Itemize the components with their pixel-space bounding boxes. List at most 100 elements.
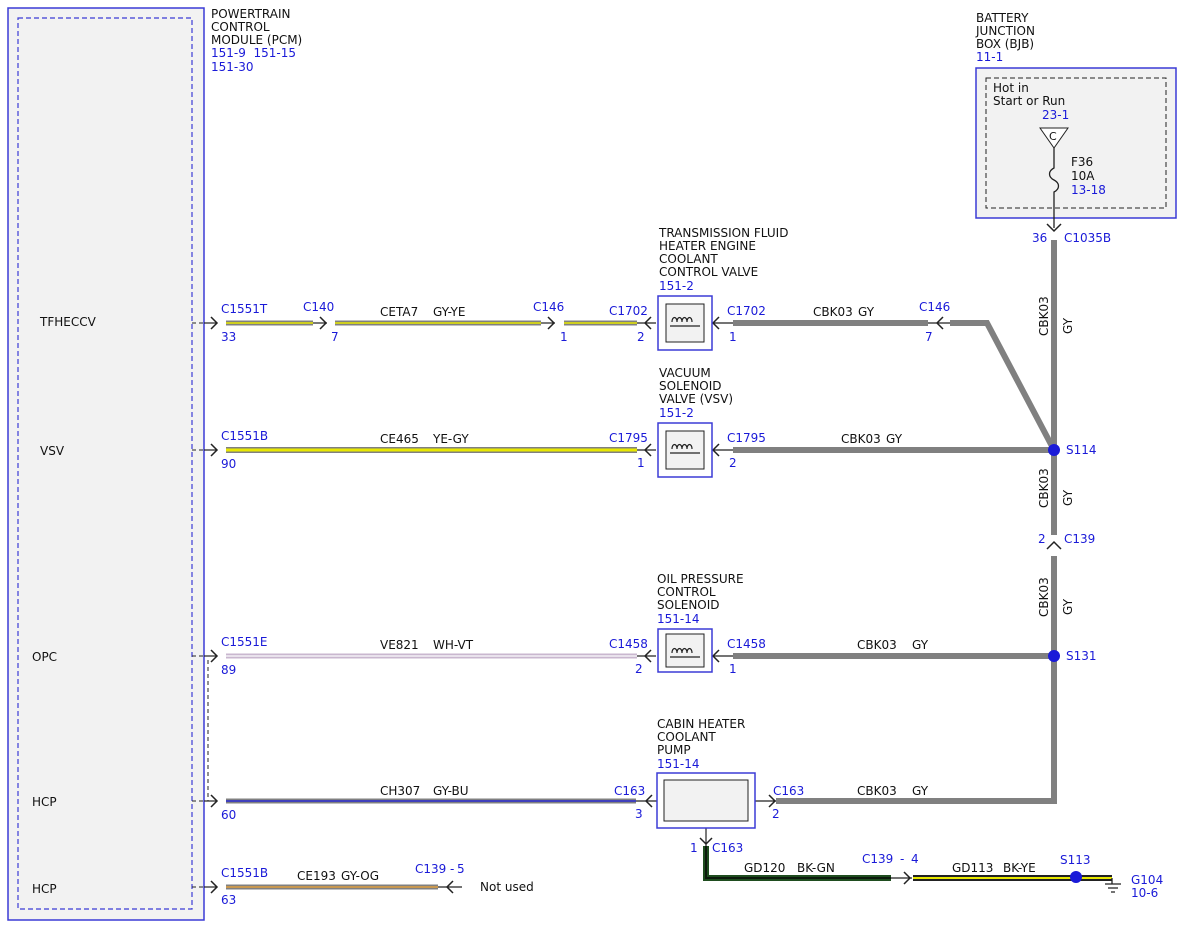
- opc-title-line: CONTROL: [657, 585, 716, 599]
- r3-right-color: GY: [912, 638, 929, 652]
- r2-pcm-conn: C1551B: [221, 429, 268, 443]
- trunk-seg1-color: GY: [1061, 317, 1075, 334]
- trunk-seg2-color: GY: [1061, 489, 1075, 506]
- bjb-title-line: BATTERY: [976, 11, 1029, 25]
- vsv-title: VACUUM SOLENOID VALVE (VSV) 151-2: [659, 366, 733, 420]
- vsv-ref: 151-2: [659, 406, 694, 420]
- r1-comp-left-conn: C1702: [609, 304, 648, 318]
- r2-right-wire: CBK03: [841, 432, 881, 446]
- r3-wire-label: VE821: [380, 638, 419, 652]
- trunk-seg3-color: GY: [1061, 598, 1075, 615]
- wire-gy-ye: [226, 316, 637, 330]
- r1-comp-left-pin: 2: [637, 330, 645, 344]
- r1-right-color: GY: [858, 305, 875, 319]
- tfh-title-line: HEATER ENGINE: [659, 239, 756, 253]
- r4-comp-left-conn: C163: [614, 784, 645, 798]
- bjb-conn-pin: 36: [1032, 231, 1047, 245]
- trunk-c139-pin: 2: [1038, 532, 1046, 546]
- ground-wire1-label: GD120: [744, 861, 785, 875]
- ground-wire2-label: GD113: [952, 861, 993, 875]
- pcm-pin-opc: OPC: [32, 650, 57, 664]
- r4-comp-right-pin: 2: [772, 807, 780, 821]
- pump-ref: 151-14: [657, 757, 700, 771]
- ground-conn-pin: 4: [911, 852, 919, 866]
- tfh-title-line: COOLANT: [659, 252, 718, 266]
- r2-pcm-pin: 90: [221, 457, 236, 471]
- vsv-title-line: VACUUM: [659, 366, 711, 380]
- r4-comp-left-pin: 3: [635, 807, 643, 821]
- r5-end-conn: C139: [415, 862, 446, 876]
- r4-wire-label: CH307: [380, 784, 420, 798]
- pump-title-line: CABIN HEATER: [657, 717, 745, 731]
- r2-wire-color: YE-GY: [432, 432, 469, 446]
- r5-pcm-conn: C1551B: [221, 866, 268, 880]
- tfh-valve-title: TRANSMISSION FLUID HEATER ENGINE COOLANT…: [658, 226, 788, 293]
- opc-ref: 151-14: [657, 612, 700, 626]
- tfh-title-line: CONTROL VALVE: [659, 265, 758, 279]
- vsv-title-line: SOLENOID: [659, 379, 722, 393]
- r1-c146-label: C146: [533, 300, 564, 314]
- r5-pcm-pin: 63: [221, 893, 236, 907]
- pcm-title-line: CONTROL: [211, 20, 270, 34]
- r5-wire-color: GY-OG: [341, 869, 379, 883]
- pcm-ref: 151-9 151-15: [211, 46, 296, 60]
- r3-wire-color: WH-VT: [433, 638, 474, 652]
- splice-s114-label: S114: [1066, 443, 1097, 457]
- r5-not-used-note: Not used: [480, 880, 534, 894]
- ground-point-ref: 10-6: [1131, 886, 1158, 900]
- r1-comp-right-conn: C1702: [727, 304, 766, 318]
- pump-component: [656, 772, 756, 829]
- r2-wire-label: CE465: [380, 432, 419, 446]
- opc-title: OIL PRESSURE CONTROL SOLENOID 151-14: [657, 572, 744, 626]
- r4-right-color: GY: [912, 784, 929, 798]
- r1-c146b-pin: 7: [925, 330, 933, 344]
- r1-comp-right-pin: 1: [729, 330, 737, 344]
- trunk-seg3-wire: CBK03: [1037, 577, 1051, 617]
- bjb-title-line: BOX (BJB): [976, 37, 1034, 51]
- r2-comp-right-conn: C1795: [727, 431, 766, 445]
- ground-conn-label: C139: [862, 852, 893, 866]
- r3-right-wire: CBK03: [857, 638, 897, 652]
- r4-comp-right-conn: C163: [773, 784, 804, 798]
- pump-title-line: COOLANT: [657, 730, 716, 744]
- pcm-title-line: MODULE (PCM): [211, 33, 302, 47]
- r3-comp-left-pin: 2: [635, 662, 643, 676]
- splice-s131-label: S131: [1066, 649, 1097, 663]
- r3-comp-right-pin: 1: [729, 662, 737, 676]
- pcm-pin-tfheccv: TFHECCV: [39, 315, 97, 329]
- splice-s113-dot: [1070, 871, 1082, 883]
- c139-connector-arrow-icon: [1046, 540, 1062, 550]
- ground-wire1-color: BK-GN: [797, 861, 835, 875]
- trunk-c139-label: C139: [1064, 532, 1095, 546]
- ground-point-label: G104: [1131, 873, 1163, 887]
- bjb-bus-letter: C: [1049, 130, 1057, 143]
- tfh-valve-component: [657, 295, 713, 351]
- opc-title-line: SOLENOID: [657, 598, 720, 612]
- r4-pcm-pin: 60: [221, 808, 236, 822]
- bjb-hot-label: Hot in: [993, 81, 1029, 95]
- r2-right-color: GY: [886, 432, 903, 446]
- r5-wire-label: CE193: [297, 869, 336, 883]
- r1-right-wire: CBK03: [813, 305, 853, 319]
- r2-comp-left-conn: C1795: [609, 431, 648, 445]
- pump-title: CABIN HEATER COOLANT PUMP 151-14: [657, 717, 745, 771]
- r2-comp-left-pin: 1: [637, 456, 645, 470]
- splice-s114-dot: [1048, 444, 1060, 456]
- pcm-module: [7, 7, 205, 921]
- opc-component: [657, 628, 713, 673]
- pcm-title-line: POWERTRAIN: [211, 7, 291, 21]
- ground-conn-dash: -: [900, 852, 904, 866]
- bjb-hot-ref: 23-1: [1042, 108, 1069, 122]
- r4-wire-color: GY-BU: [433, 784, 469, 798]
- ground-splice-label: S113: [1060, 853, 1091, 867]
- fuse-ref: 13-18: [1071, 183, 1106, 197]
- bjb-hot-label: Start or Run: [993, 94, 1065, 108]
- pcm-ref: 151-30: [211, 60, 254, 74]
- fuse-rating: 10A: [1071, 169, 1095, 183]
- pcm-title: POWERTRAIN CONTROL MODULE (PCM) 151-9 15…: [211, 7, 302, 74]
- r4-bottom-pin: 1: [690, 841, 698, 855]
- r2-comp-right-pin: 2: [729, 456, 737, 470]
- trunk-seg1-wire: CBK03: [1037, 296, 1051, 336]
- r1-c146-pin: 1: [560, 330, 568, 344]
- pump-title-line: PUMP: [657, 743, 691, 757]
